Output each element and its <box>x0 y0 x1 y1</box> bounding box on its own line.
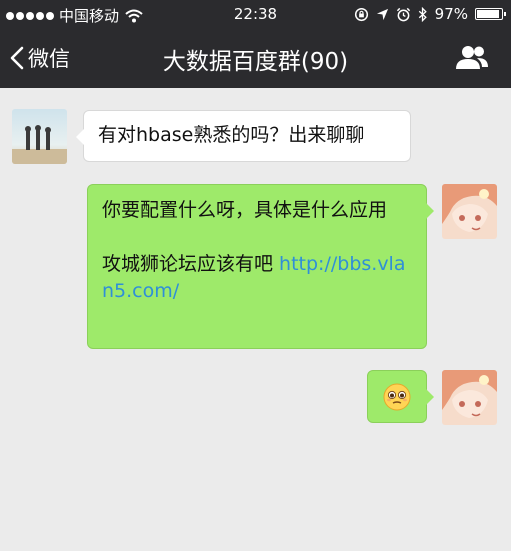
group-members-button[interactable] <box>455 44 489 72</box>
group-members-icon <box>456 46 488 69</box>
sender-avatar[interactable] <box>12 109 67 164</box>
status-bar: 中国移动 22:38 97% <box>0 0 511 28</box>
line-break <box>102 224 412 251</box>
rotation-lock-icon <box>354 7 368 21</box>
bluetooth-icon <box>418 6 427 22</box>
incoming-message-bubble[interactable]: 有对hbase熟悉的吗？出来聊聊 <box>76 110 411 162</box>
back-label: 微信 <box>28 47 70 71</box>
wechat-chat-screen: 中国移动 22:38 97% 微信 大数据百度群(90) 有对hbase熟悉的吗… <box>0 0 511 551</box>
chat-title: 大数据百度群(90) <box>162 49 349 75</box>
alarm-icon <box>396 7 410 21</box>
battery-icon <box>475 8 506 20</box>
outgoing-emoji-bubble[interactable] <box>367 370 434 423</box>
outgoing-message-line: 攻城狮论坛应该有吧 http://bbs.vlan5.com/ <box>102 251 412 305</box>
my-avatar[interactable] <box>442 184 497 239</box>
chevron-left-icon <box>10 46 24 70</box>
my-avatar[interactable] <box>442 370 497 425</box>
battery-percent: 97% <box>434 5 468 23</box>
incoming-message-text: 有对hbase熟悉的吗？出来聊聊 <box>98 124 365 146</box>
bubble-tail <box>76 129 84 145</box>
status-right: 97% <box>354 5 506 23</box>
outgoing-message-bubble[interactable]: 你要配置什么呀，具体是什么应用 攻城狮论坛应该有吧 http://bbs.vla… <box>87 184 434 349</box>
back-button[interactable]: 微信 <box>10 42 70 74</box>
pleading-face-emoji-icon <box>383 383 411 411</box>
outgoing-message-text: 攻城狮论坛应该有吧 <box>102 253 280 275</box>
outgoing-message-line: 你要配置什么呀，具体是什么应用 <box>102 199 388 221</box>
bubble-tail <box>426 389 434 405</box>
nav-bar: 微信 大数据百度群(90) <box>0 28 511 88</box>
bubble-tail <box>426 203 434 219</box>
location-icon <box>376 8 388 20</box>
